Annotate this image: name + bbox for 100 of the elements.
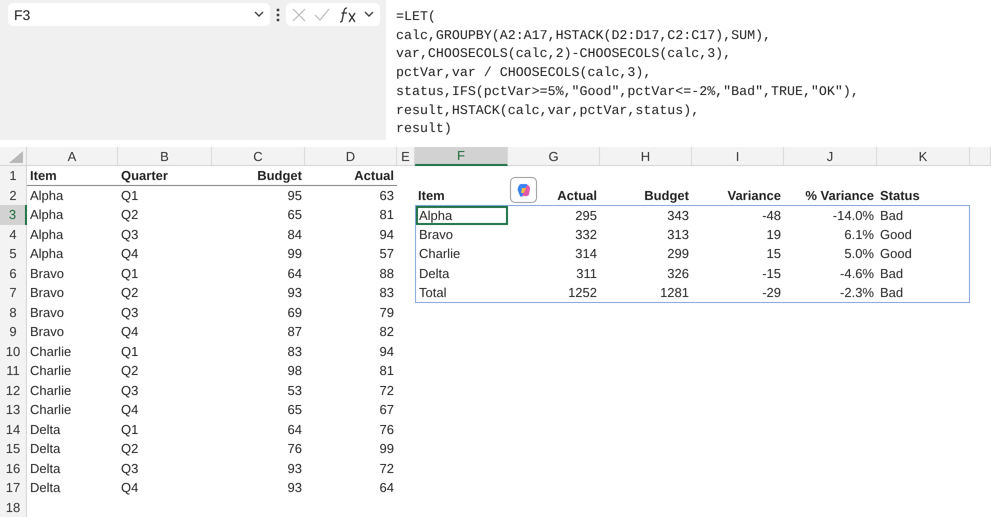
table-cell-text: 65 bbox=[286, 206, 303, 224]
row-header[interactable]: 6 bbox=[0, 264, 27, 283]
column-header[interactable]: G bbox=[508, 147, 600, 166]
table-cell-text: 94 bbox=[378, 342, 395, 361]
table-cell-text: Q1 bbox=[120, 186, 140, 205]
column-header[interactable]: F bbox=[415, 147, 508, 166]
formula-bar[interactable]: =LET( calc,GROUPBY(A2:A17,HSTACK(D2:D17,C2:C17),SUM), var,CHOOSECOLS(calc,2)-CHOOSECOLS(calc,3), pctVar,var / CHOOSECOLS(calc,3), status,IFS(pctVar>=5%,"Good",pctVar<=-2%,"Bad",TRUE,"OK"), result,HSTACK(calc,var,pctVar,status), result) bbox=[386, 0, 991, 140]
table-cell-text: 72 bbox=[378, 460, 395, 478]
column-heading: % Variance bbox=[804, 186, 875, 205]
table-cell-text: Alpha bbox=[29, 206, 64, 224]
row-header[interactable]: 10 bbox=[0, 342, 27, 361]
table-cell-text: 93 bbox=[286, 479, 303, 498]
table-cell-text: 79 bbox=[378, 304, 395, 322]
row-header[interactable]: 13 bbox=[0, 400, 27, 420]
dropdown-caret-icon[interactable] bbox=[364, 11, 374, 18]
table-cell: -29 bbox=[692, 283, 784, 302]
table-cell-text: 311 bbox=[575, 264, 598, 283]
column-header[interactable]: C bbox=[212, 147, 305, 166]
column-header[interactable]: H bbox=[600, 147, 692, 166]
table-cell-text: Q2 bbox=[120, 284, 140, 302]
cancel-icon[interactable] bbox=[292, 8, 306, 22]
column-header[interactable]: B bbox=[118, 147, 212, 166]
table-cell-text: Bravo bbox=[29, 323, 65, 342]
row-header[interactable]: 18 bbox=[0, 498, 27, 517]
table-cell-text: 83 bbox=[378, 284, 395, 302]
function-icon[interactable] bbox=[338, 6, 356, 22]
table-cell-text: 84 bbox=[286, 226, 303, 244]
row-header[interactable]: 3 bbox=[0, 205, 27, 224]
table-cell-text: Q2 bbox=[120, 362, 140, 380]
column-header[interactable]: I bbox=[692, 147, 784, 166]
table-cell-text: 99 bbox=[378, 440, 395, 458]
table-cell-text: Alpha bbox=[29, 186, 64, 205]
table-cell-text: 314 bbox=[574, 245, 598, 264]
column-header[interactable]: E bbox=[397, 147, 415, 166]
name-box[interactable]: F3 bbox=[8, 3, 270, 26]
row-header[interactable]: 9 bbox=[0, 322, 27, 342]
table-cell-text: 313 bbox=[666, 226, 690, 244]
row-header[interactable]: 8 bbox=[0, 302, 27, 322]
table-cell-text: 6.1% bbox=[843, 226, 875, 244]
table-cell-text: Q2 bbox=[120, 206, 140, 224]
more-options-icon[interactable] bbox=[276, 8, 280, 22]
table-cell: Charlie bbox=[415, 244, 508, 264]
table-cell-text: 88 bbox=[378, 264, 395, 283]
copilot-button[interactable] bbox=[510, 177, 537, 203]
row-header[interactable]: 2 bbox=[0, 186, 27, 205]
table-cell-text: Charlie bbox=[29, 362, 72, 380]
row-header[interactable]: 7 bbox=[0, 283, 27, 302]
table-cell-text: 19 bbox=[766, 226, 782, 244]
table-cell-text: 64 bbox=[286, 420, 303, 439]
table-cell-text: Q4 bbox=[120, 479, 140, 498]
column-header[interactable]: K bbox=[877, 147, 970, 166]
table-cell: 343 bbox=[600, 205, 692, 224]
table-cell: Bad bbox=[877, 283, 970, 302]
row-header[interactable]: 16 bbox=[0, 458, 27, 478]
table-cell-text: 76 bbox=[378, 420, 395, 439]
table-cell-text: Delta bbox=[29, 440, 62, 458]
row-header[interactable]: 1 bbox=[0, 166, 27, 186]
column-heading: Item bbox=[27, 166, 118, 186]
column-header[interactable]: D bbox=[305, 147, 397, 166]
table-cell-text: 63 bbox=[378, 186, 395, 205]
row-header[interactable]: 14 bbox=[0, 420, 27, 439]
table-cell-text: Bravo bbox=[29, 264, 65, 283]
table-cell-text: 98 bbox=[286, 362, 303, 380]
table-cell-text: Charlie bbox=[29, 401, 72, 420]
row-header[interactable]: 15 bbox=[0, 439, 27, 458]
row-header[interactable]: 4 bbox=[0, 224, 27, 244]
column-heading: Variance bbox=[726, 186, 782, 205]
table-cell: -48 bbox=[692, 205, 784, 224]
table-cell-text: Q1 bbox=[120, 264, 140, 283]
dropdown-caret-icon[interactable] bbox=[254, 11, 264, 18]
table-cell-text: Charlie bbox=[29, 342, 72, 361]
table-cell-text: Q3 bbox=[120, 304, 140, 322]
column-header[interactable]: A bbox=[27, 147, 118, 166]
column-heading: Status bbox=[879, 186, 921, 205]
table-cell-text: 69 bbox=[286, 304, 303, 322]
table-cell: Bad bbox=[877, 264, 970, 283]
table-cell-text: Q4 bbox=[120, 323, 140, 342]
row-header[interactable]: 11 bbox=[0, 361, 27, 380]
row-header[interactable]: 12 bbox=[0, 380, 27, 400]
table-cell-text: 95 bbox=[286, 186, 303, 205]
column-heading: Quarter bbox=[118, 166, 212, 186]
row-header[interactable]: 17 bbox=[0, 478, 27, 498]
table-cell: 295 bbox=[508, 205, 600, 224]
row-header[interactable]: 5 bbox=[0, 244, 27, 264]
column-heading: Actual bbox=[305, 166, 397, 186]
table-cell-text: 81 bbox=[378, 206, 395, 224]
column-header[interactable]: J bbox=[784, 147, 877, 166]
table-cell-text: Delta bbox=[29, 420, 62, 439]
column-heading: Actual bbox=[556, 186, 598, 205]
active-cell[interactable]: Alpha bbox=[415, 205, 508, 224]
table-cell-text: 76 bbox=[286, 440, 303, 458]
table-cell-text: 5.0% bbox=[843, 245, 875, 264]
table-cell-text: Q4 bbox=[120, 245, 140, 264]
table-cell-text: 99 bbox=[286, 245, 303, 264]
table-cell-text: 15 bbox=[766, 245, 782, 264]
table-cell: 1252 bbox=[508, 283, 600, 302]
table-cell: Delta bbox=[415, 264, 508, 283]
table-cell: Total bbox=[415, 283, 508, 302]
checkmark-icon[interactable] bbox=[314, 8, 330, 21]
table-cell-text: 299 bbox=[666, 245, 690, 264]
